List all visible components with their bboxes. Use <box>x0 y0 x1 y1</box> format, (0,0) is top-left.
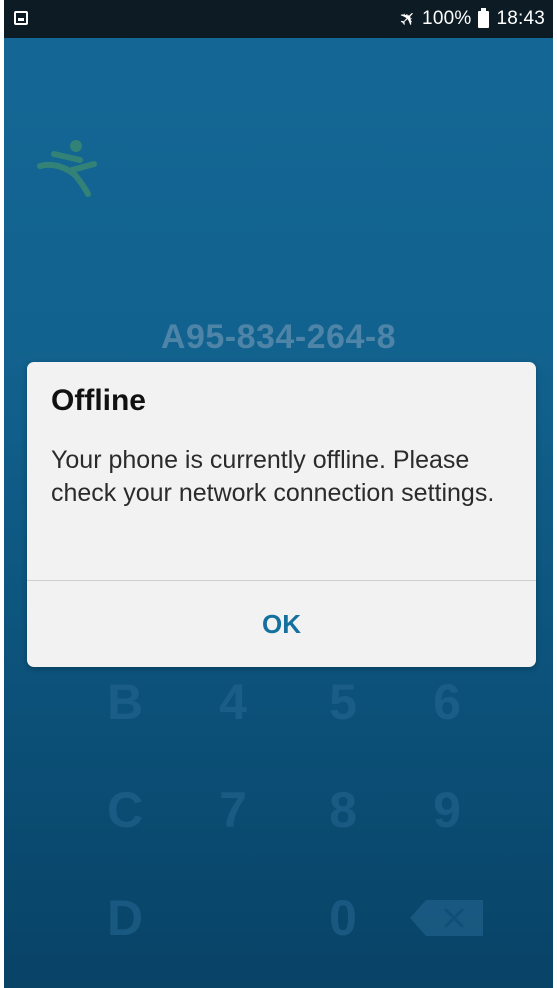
ok-button[interactable]: OK <box>27 581 536 667</box>
status-bar-right: ✈ 100% 18:43 <box>395 5 545 33</box>
dialog-title: Offline <box>51 384 146 417</box>
image-notification-icon <box>14 11 28 25</box>
clock: 18:43 <box>496 8 545 29</box>
app-screen: ✈ 100% 18:43 A95-834-264-8 B 4 5 6 C 7 8… <box>4 0 553 988</box>
battery-percent: 100% <box>422 8 472 29</box>
status-bar: ✈ 100% 18:43 <box>4 0 553 38</box>
airplane-mode-icon: ✈ <box>394 5 423 33</box>
dialog-message: Your phone is currently offline. Please … <box>51 446 495 507</box>
offline-dialog: Offline Your phone is currently offline.… <box>27 362 536 667</box>
battery-icon <box>478 7 490 28</box>
